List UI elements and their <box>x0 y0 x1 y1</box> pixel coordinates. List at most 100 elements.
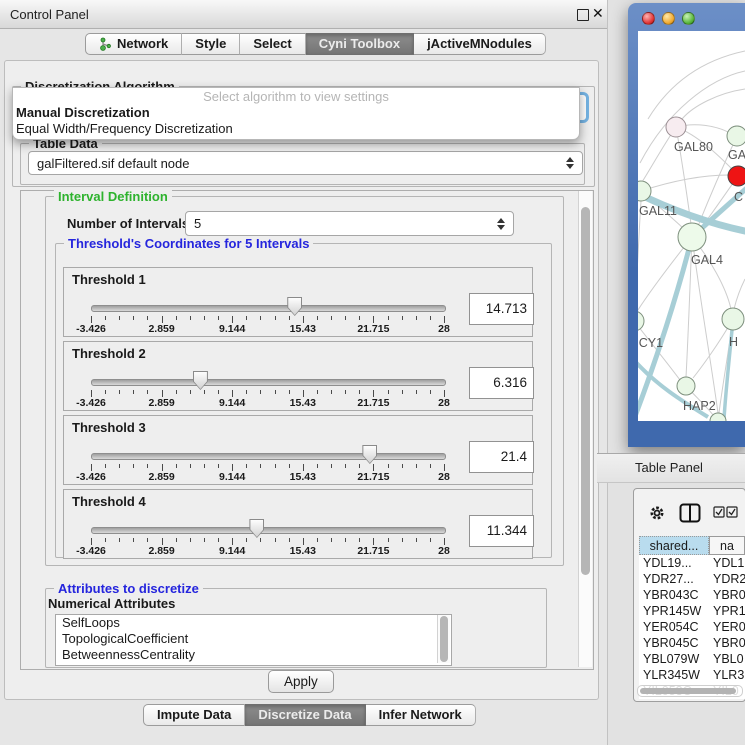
threshold-slider-track[interactable] <box>91 453 446 460</box>
slider-tick <box>147 464 148 468</box>
tab-network[interactable]: Network <box>85 33 182 55</box>
threshold-slider-thumb[interactable] <box>193 371 208 390</box>
network-node-gal80[interactable] <box>666 117 686 137</box>
network-canvas[interactable]: GAL80GACGAL11GAL4GCY1HHAP2 <box>638 31 745 421</box>
dropdown-option-manual[interactable]: Manual Discretization <box>13 105 579 121</box>
network-node-gcy1[interactable] <box>638 311 644 331</box>
tab-label: Impute Data <box>157 704 231 726</box>
table-hscrollbar-thumb[interactable] <box>640 688 736 694</box>
attribute-list-item[interactable]: SelfLoops <box>56 615 451 631</box>
screen: Control Panel ✕ NetworkStyleSelectCyni T… <box>0 0 745 745</box>
network-graph[interactable]: GAL80GACGAL11GAL4GCY1HHAP2 <box>638 31 745 421</box>
network-node-gal4[interactable] <box>678 223 706 251</box>
gear-icon[interactable] <box>648 504 666 522</box>
attribute-list-item[interactable]: TopologicalCoefficient <box>56 631 451 647</box>
table-column-header[interactable]: na <box>709 536 745 555</box>
table-column-header[interactable]: shared... <box>639 536 709 555</box>
table-data-combobox[interactable]: galFiltered.sif default node <box>28 151 583 175</box>
threshold-slider-thumb[interactable] <box>249 519 264 538</box>
split-panel-icon[interactable] <box>679 503 701 523</box>
tab-jactivemnodules[interactable]: jActiveMNodules <box>414 33 546 55</box>
slider-tick <box>190 390 191 394</box>
slider-tick <box>204 538 205 542</box>
slider-tick <box>204 390 205 394</box>
combo-arrows-icon <box>497 218 505 230</box>
slider-tick <box>303 390 304 397</box>
slider-tick <box>289 464 290 468</box>
table-row[interactable]: YDL19...YDL1 <box>639 555 745 571</box>
window-close-light[interactable] <box>642 12 655 25</box>
network-node-c[interactable] <box>728 166 745 186</box>
tab-impute-data[interactable]: Impute Data <box>143 704 245 726</box>
window-minimize-light[interactable] <box>662 12 675 25</box>
float-window-icon[interactable] <box>577 9 589 21</box>
table-row[interactable]: YBL079WYBL0 <box>639 651 745 667</box>
threshold-slider-track[interactable] <box>91 527 446 534</box>
dropdown-option-equal-width[interactable]: Equal Width/Frequency Discretization <box>13 121 579 137</box>
table-cell: YDL19... <box>639 555 709 571</box>
number-of-intervals-combobox[interactable]: 5 <box>185 211 514 236</box>
tab-label: Network <box>117 33 168 55</box>
attributes-scrollbar-thumb[interactable] <box>440 616 448 662</box>
tab-cyni-toolbox[interactable]: Cyni Toolbox <box>306 33 414 55</box>
table-row[interactable]: YPR145WYPR1 <box>639 603 745 619</box>
slider-tick <box>190 464 191 468</box>
slider-tick <box>359 464 360 468</box>
settings-scrollbar-thumb[interactable] <box>581 207 590 575</box>
checkbox-icon[interactable] <box>726 506 738 518</box>
slider-tick <box>289 538 290 542</box>
threshold-value-field[interactable]: 21.4 <box>469 441 534 473</box>
tab-discretize-data[interactable]: Discretize Data <box>245 704 365 726</box>
threshold-slider-thumb[interactable] <box>362 445 377 464</box>
table-row[interactable]: YLR345WYLR3 <box>639 667 745 683</box>
slider-tick <box>105 316 106 320</box>
threshold-slider-track[interactable] <box>91 379 446 386</box>
tab-select[interactable]: Select <box>240 33 305 55</box>
slider-tick <box>162 316 163 323</box>
threshold-slider-track[interactable] <box>91 305 446 312</box>
slider-tick <box>402 316 403 320</box>
table-data-selected-value: galFiltered.sif default node <box>37 156 189 171</box>
slider-tick <box>162 390 163 397</box>
tab-infer-network[interactable]: Infer Network <box>366 704 476 726</box>
network-edge <box>682 89 745 119</box>
tab-style[interactable]: Style <box>182 33 240 55</box>
slider-tick <box>402 464 403 468</box>
threshold-label: Threshold 3 <box>72 420 146 435</box>
table-row[interactable]: YBR043CYBR0 <box>639 587 745 603</box>
slider-tick <box>303 538 304 545</box>
slider-tick <box>359 390 360 394</box>
table-cell: YER0 <box>709 619 745 635</box>
interval-definition-title: Interval Definition <box>54 189 172 204</box>
settings-scrollbar[interactable] <box>578 191 592 667</box>
tab-label: Infer Network <box>379 704 462 726</box>
slider-tick <box>373 538 374 545</box>
attributes-scrollbar[interactable] <box>437 615 450 663</box>
threshold-value-field[interactable]: 11.344 <box>469 515 534 547</box>
numerical-attributes-list[interactable]: SelfLoopsTopologicalCoefficientBetweenne… <box>55 614 452 666</box>
slider-tick <box>218 464 219 468</box>
threshold-value-field[interactable]: 14.713 <box>469 293 534 325</box>
network-node-hap2[interactable] <box>677 377 695 395</box>
table-row[interactable]: YER054CYER0 <box>639 619 745 635</box>
slider-tick <box>246 464 247 468</box>
close-icon[interactable]: ✕ <box>592 5 604 22</box>
apply-button[interactable]: Apply <box>268 670 334 693</box>
checkbox-icon[interactable] <box>713 506 725 518</box>
network-node-h[interactable] <box>722 308 744 330</box>
threshold-slider-thumb[interactable] <box>287 297 302 316</box>
threshold-value-field[interactable]: 6.316 <box>469 367 534 399</box>
table-hscrollbar[interactable] <box>637 685 743 697</box>
network-view-window[interactable]: GAL80GACGAL11GAL4GCY1HHAP2 <box>628 3 745 447</box>
slider-tick <box>246 538 247 542</box>
slider-tick <box>303 316 304 323</box>
network-node-ga[interactable] <box>727 126 745 146</box>
table-cell: YDR27... <box>639 571 709 587</box>
window-zoom-light[interactable] <box>682 12 695 25</box>
slider-tick <box>204 464 205 468</box>
table-cell: YDR2 <box>709 571 745 587</box>
table-row[interactable]: YBR045CYBR0 <box>639 635 745 651</box>
slider-tick-label: 9.144 <box>219 323 245 335</box>
attribute-list-item[interactable]: BetweennessCentrality <box>56 647 451 663</box>
table-row[interactable]: YDR27...YDR2 <box>639 571 745 587</box>
